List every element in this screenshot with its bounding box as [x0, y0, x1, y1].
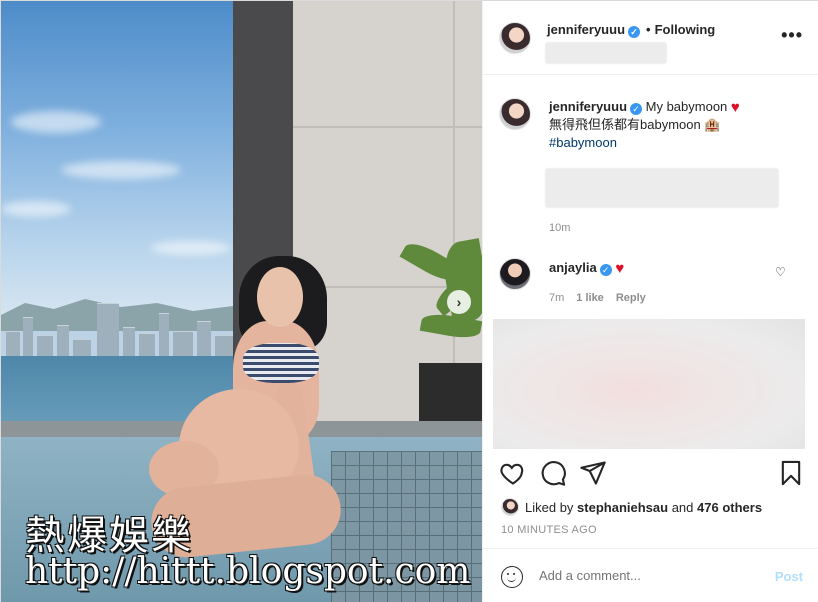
post-actions	[483, 449, 818, 497]
blurred-comment-image	[493, 319, 805, 449]
likes-summary: Liked by stephaniehsau and 476 others	[501, 498, 762, 516]
bookmark-icon[interactable]	[777, 459, 805, 487]
photo-cloud	[1, 201, 71, 217]
comment-username[interactable]: anjaylia	[549, 260, 597, 275]
likes-prefix: Liked by	[525, 500, 574, 515]
emoji-icon[interactable]	[501, 566, 523, 588]
comment-reply-button[interactable]: Reply	[616, 292, 646, 304]
photo-cloud	[151, 241, 231, 255]
photo-skyline	[1, 301, 241, 361]
hashtag-link[interactable]: #babymoon	[549, 134, 617, 152]
likes-conjunction: and	[671, 500, 694, 515]
instagram-post-modal: › 熱爆娛樂 http://hittt.blogspot.com jennife…	[0, 0, 818, 602]
caption-text: My babymoon	[645, 99, 728, 114]
chevron-right-icon[interactable]: ›	[447, 290, 471, 314]
following-button[interactable]: Following	[655, 22, 716, 37]
post-author-username[interactable]: jenniferyuuu	[547, 22, 625, 37]
blurred-location	[545, 42, 667, 64]
comment-like-heart-icon[interactable]: ♡	[775, 265, 786, 279]
post-header: jenniferyuuu ✓ • Following •••	[483, 1, 818, 75]
post-author-row: jenniferyuuu ✓ • Following	[547, 22, 715, 38]
avatar[interactable]	[499, 22, 531, 54]
photo-cloud	[11, 111, 101, 133]
separator-dot: •	[646, 22, 651, 37]
more-options-icon[interactable]: •••	[781, 25, 803, 46]
photo-cloud	[61, 161, 181, 179]
red-heart-emoji-icon: ♥	[730, 99, 740, 116]
share-icon[interactable]	[579, 459, 607, 487]
caption-avatar[interactable]	[499, 98, 531, 130]
heart-icon[interactable]	[499, 459, 527, 487]
watermark-url: http://hittt.blogspot.com	[25, 551, 471, 592]
caption-age: 10m	[549, 222, 571, 234]
comment-meta: 7m 1 like Reply	[549, 292, 646, 304]
liker-username[interactable]: stephaniehsau	[577, 500, 668, 515]
comment-icon[interactable]	[539, 459, 567, 487]
verified-icon: ✓	[628, 26, 641, 38]
comment-line: anjaylia ✓ ♥	[549, 259, 624, 278]
liker-avatar[interactable]	[501, 498, 519, 516]
verified-icon: ✓	[630, 103, 643, 115]
post-timestamp[interactable]: 10 MINUTES AGO	[501, 524, 597, 536]
blurred-caption-text	[545, 168, 779, 208]
comment-avatar[interactable]	[499, 258, 531, 290]
caption-line2: 無得飛但係都有babymoon 🏨	[549, 117, 721, 132]
likes-others[interactable]: 476 others	[697, 500, 762, 515]
caption-line1: jenniferyuuu ✓ My babymoon ♥	[549, 98, 740, 117]
comment-age: 7m	[549, 292, 565, 304]
comment-likes[interactable]: 1 like	[576, 292, 604, 304]
post-comment-button[interactable]: Post	[775, 569, 803, 584]
comment-input[interactable]	[539, 568, 759, 583]
caption-username[interactable]: jenniferyuuu	[549, 99, 627, 114]
post-photo: › 熱爆娛樂 http://hittt.blogspot.com	[1, 1, 482, 602]
post-side-panel: jenniferyuuu ✓ • Following ••• jenniferyuuu…	[482, 1, 818, 602]
comment-composer: Post	[483, 548, 818, 602]
verified-icon: ✓	[599, 264, 612, 276]
red-heart-emoji-icon: ♥	[615, 260, 625, 277]
